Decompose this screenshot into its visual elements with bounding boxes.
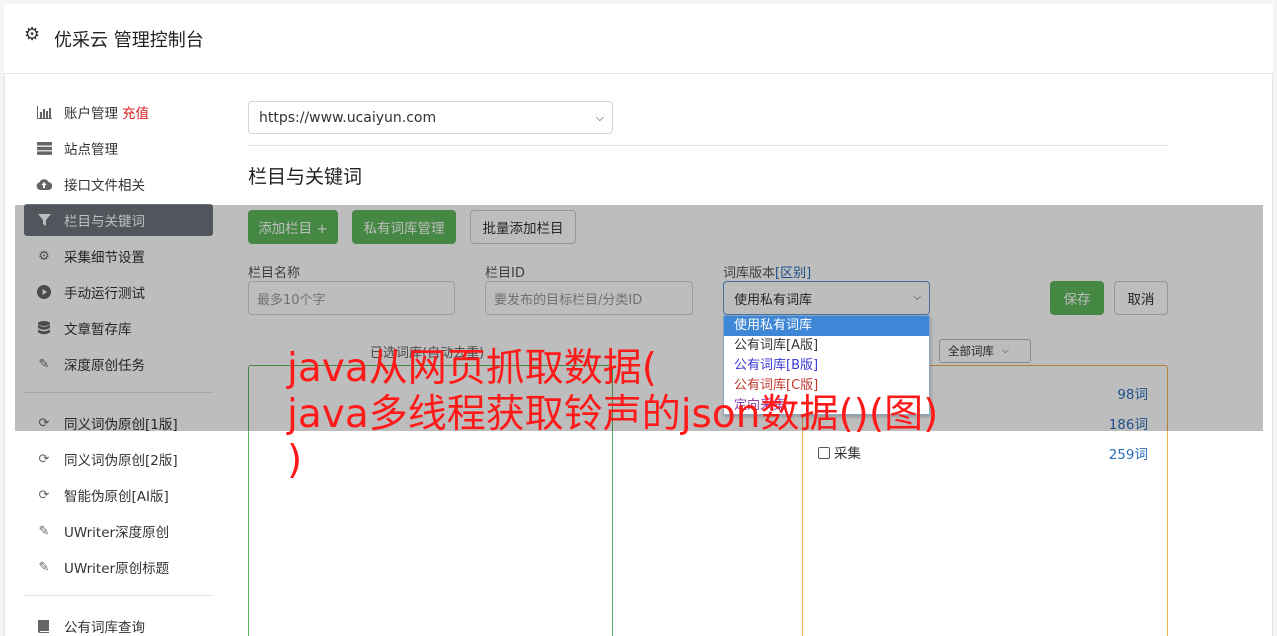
header: ⚙ 优采云 管理控制台: [4, 4, 1273, 74]
bar-chart-icon: [36, 104, 52, 120]
gear-icon: ⚙: [24, 24, 41, 45]
version-option[interactable]: 使用私有词库: [724, 316, 929, 336]
book-icon: [36, 618, 52, 634]
sidebar-item-account[interactable]: 账户管理 充值: [24, 96, 213, 128]
sidebar-item-label: 账户管理: [64, 106, 118, 122]
sidebar-item-label: 站点管理: [64, 142, 118, 158]
lib-count: 259词: [1108, 447, 1148, 463]
sidebar-item-label: 智能伪原创[AI版]: [64, 489, 169, 505]
content-divider: [248, 145, 1168, 146]
sidebar-divider: [24, 595, 213, 596]
section-title: 栏目与关键词: [248, 166, 363, 188]
sidebar-item-synonym-v2[interactable]: ⟳ 同义词伪原创[2版]: [24, 443, 213, 475]
sidebar-item-label: UWriter深度原创: [64, 525, 170, 541]
site-select-value: https://www.ucaiyun.com: [259, 109, 437, 126]
sidebar-item-smart-ai[interactable]: ⟳ 智能伪原创[AI版]: [24, 479, 213, 511]
server-icon: [36, 140, 52, 156]
sidebar-item-public-lib-query[interactable]: 公有词库查询: [24, 610, 213, 636]
sidebar-item-label: 公有词库查询: [64, 620, 145, 636]
sidebar-item-api-files[interactable]: 接口文件相关: [24, 168, 213, 200]
sidebar-item-sites[interactable]: 站点管理: [24, 132, 213, 164]
edit-icon: ✎: [38, 523, 50, 539]
recharge-link[interactable]: 充值: [122, 102, 149, 122]
site-select[interactable]: https://www.ucaiyun.com ⌵: [248, 101, 613, 134]
sidebar-item-label: 同义词伪原创[2版]: [64, 453, 178, 469]
sidebar-item-uwriter-title[interactable]: ✎ UWriter原创标题: [24, 551, 213, 583]
sidebar-item-label: 接口文件相关: [64, 178, 145, 194]
watermark-line: java多线程获取铃声的json数据()(图): [287, 392, 939, 437]
refresh-icon: ⟳: [38, 451, 50, 467]
watermark-line: java从网页抓取数据(: [287, 346, 657, 391]
sidebar-item-uwriter-deep[interactable]: ✎ UWriter深度原创: [24, 515, 213, 547]
cloud-upload-icon: [36, 176, 52, 192]
edit-icon: ✎: [38, 559, 50, 575]
refresh-icon: ⟳: [38, 487, 50, 503]
page-title: 优采云 管理控制台: [54, 30, 204, 51]
watermark-text: java从网页抓取数据( java多线程获取铃声的json数据()(图) ): [287, 346, 1007, 484]
sidebar-item-label: UWriter原创标题: [64, 561, 170, 577]
watermark-line: ): [287, 438, 303, 483]
chevron-down-icon: ⌵: [595, 111, 604, 124]
